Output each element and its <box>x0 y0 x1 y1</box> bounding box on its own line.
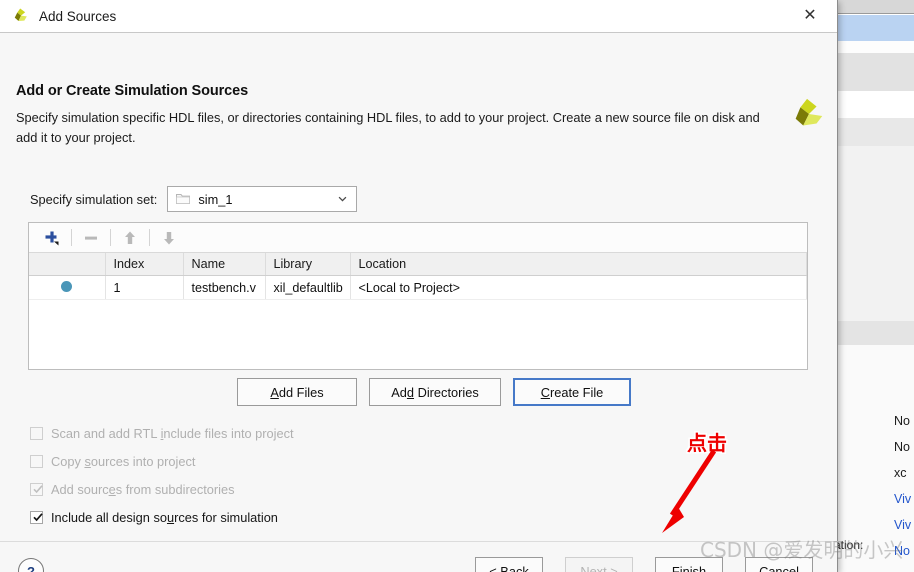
background-list-item: No <box>894 440 910 454</box>
arrow-up-icon <box>125 231 135 244</box>
move-up-button[interactable] <box>115 226 145 250</box>
finish-button[interactable]: Finish <box>655 557 723 572</box>
minus-icon <box>85 236 97 240</box>
file-action-buttons: Add Files Add Directories Create File <box>237 378 631 406</box>
dialog-body: Add or Create Simulation Sources Specify… <box>0 33 838 572</box>
next-button: Next > <box>565 557 633 572</box>
background-list-item: No <box>894 414 910 428</box>
checkbox-icon[interactable] <box>30 426 43 440</box>
row-location-cell: <Local to Project> <box>350 275 807 300</box>
background-list-item: xc <box>894 466 907 480</box>
option-label: Include all design sources for simulatio… <box>51 509 278 525</box>
background-panel-a <box>838 41 914 53</box>
cancel-label: Cancel <box>759 564 799 572</box>
add-sources-dialog: Add Sources ✕ Add or Create Simulation S… <box>0 0 838 572</box>
option-add-sources-subdirs[interactable]: Add sources from subdirectories <box>30 476 294 502</box>
remove-source-button[interactable] <box>76 226 106 250</box>
background-panel-c <box>838 91 914 118</box>
row-index-cell: 1 <box>105 275 184 300</box>
background-panel-b <box>838 53 914 91</box>
column-header-status[interactable] <box>29 253 106 276</box>
help-button[interactable]: ? <box>18 558 44 572</box>
footer-divider <box>0 541 838 542</box>
column-header-library[interactable]: Library <box>265 253 351 276</box>
finish-label: Finish <box>671 564 707 572</box>
arrow-down-icon <box>164 231 174 244</box>
toolbar-separator <box>149 229 150 246</box>
background-list-item[interactable]: Viv <box>838 512 914 538</box>
simulation-set-label: Specify simulation set: <box>30 191 158 207</box>
table-header-row: Index Name Library Location <box>29 253 807 276</box>
wizard-buttons: < Back Next > Finish Cancel <box>475 557 813 572</box>
add-files-label: Add Files <box>270 384 324 400</box>
close-icon[interactable]: ✕ <box>789 0 831 32</box>
checkmark-icon <box>33 484 43 493</box>
vivado-logo-icon <box>795 98 823 126</box>
background-panel-d <box>838 118 914 146</box>
page-title: Add or Create Simulation Sources <box>16 83 249 99</box>
chevron-down-icon <box>338 196 347 202</box>
sources-table-panel: Index Name Library Location 1 testbench.… <box>28 222 808 370</box>
background-panel-f <box>838 321 914 345</box>
column-header-index[interactable]: Index <box>105 253 184 276</box>
status-dot-icon <box>61 280 73 292</box>
column-header-name[interactable]: Name <box>183 253 266 276</box>
back-button[interactable]: < Back <box>475 557 543 572</box>
simulation-set-dropdown[interactable]: sim_1 <box>167 186 358 212</box>
checkbox-icon[interactable] <box>30 482 43 496</box>
option-scan-rtl-include[interactable]: Scan and add RTL include files into proj… <box>30 420 294 446</box>
add-directories-label: Add Directories <box>391 384 479 400</box>
sources-table-toolbar <box>29 223 807 253</box>
background-toolbar-strip <box>838 0 914 14</box>
background-selected-row <box>838 15 914 41</box>
dialog-titlebar: Add Sources ✕ <box>0 0 837 33</box>
options-group: Scan and add RTL include files into proj… <box>30 420 294 532</box>
cancel-button[interactable]: Cancel <box>745 557 813 572</box>
folder-icon <box>176 194 191 204</box>
simulation-set-row: Specify simulation set: sim_1 <box>30 186 358 212</box>
page-description: Specify simulation specific HDL files, o… <box>16 110 760 145</box>
option-label: Copy sources into project <box>51 453 196 469</box>
background-panel-e <box>838 146 914 321</box>
create-file-label: Create File <box>540 384 604 400</box>
option-include-all-design-sources[interactable]: Include all design sources for simulatio… <box>30 504 294 530</box>
checkbox-icon[interactable] <box>30 454 43 468</box>
add-files-button[interactable]: Add Files <box>237 378 357 406</box>
option-label: Scan and add RTL include files into proj… <box>51 425 294 441</box>
simulation-set-value: sim_1 <box>198 191 233 207</box>
plus-icon <box>45 231 59 245</box>
row-library-cell: xil_defaultlib <box>265 275 351 300</box>
next-label: Next > <box>580 564 618 572</box>
option-label: Add sources from subdirectories <box>51 481 235 497</box>
table-row[interactable]: 1 testbench.v xil_defaultlib <Local to P… <box>29 275 807 300</box>
column-header-location[interactable]: Location <box>350 253 807 276</box>
add-source-button[interactable] <box>37 226 67 250</box>
row-name-cell: testbench.v <box>183 275 266 300</box>
option-copy-sources[interactable]: Copy sources into project <box>30 448 294 474</box>
sources-table: Index Name Library Location 1 testbench.… <box>29 253 807 300</box>
add-directories-button[interactable]: Add Directories <box>369 378 501 406</box>
row-status-cell <box>29 275 106 300</box>
dialog-title: Add Sources <box>39 8 117 24</box>
toolbar-separator <box>110 229 111 246</box>
checkbox-icon[interactable] <box>30 510 43 524</box>
back-label: < Back <box>489 564 529 572</box>
create-file-button[interactable]: Create File <box>513 378 631 406</box>
toolbar-separator <box>71 229 72 246</box>
checkmark-icon <box>33 512 43 521</box>
move-down-button[interactable] <box>154 226 184 250</box>
vivado-logo-icon <box>14 8 27 21</box>
background-list-item[interactable]: Viv <box>838 486 914 512</box>
screenshot-root: No No xc Viv Viv No ration: Add Sources … <box>0 0 914 572</box>
